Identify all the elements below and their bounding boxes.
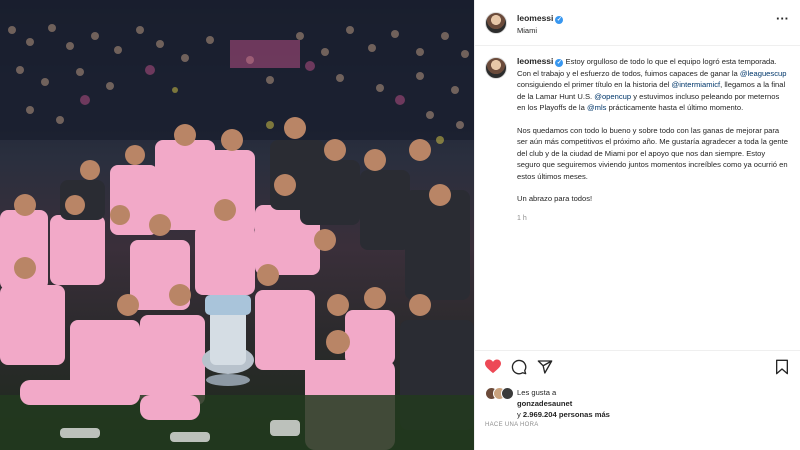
liker-username[interactable]: gonzadesaunet [517,399,572,408]
post-caption: leomessi ✓ Estoy orgulloso de todo lo que… [517,56,789,224]
likes-count[interactable]: 2.969.204 [523,410,557,419]
more-horizontal-icon[interactable]: ··· [776,12,789,25]
post-actions [475,350,800,382]
location-link[interactable]: Miami [517,26,537,35]
bookmark-icon[interactable] [775,359,789,375]
caption-text: consiguiendo el primer título en la hist… [517,80,672,89]
likes-prefix: Les gusta a [517,388,557,397]
caption-username[interactable]: leomessi ✓ [517,56,564,67]
post-timestamp[interactable]: HACE UNA HORA [485,422,539,428]
caption-time: 1 h [517,214,527,222]
post-panel: leomessi ✓ Miami ··· leomessi ✓ Estoy orgu… [474,0,800,450]
caption-text: prácticamente hasta el último momento. [606,103,744,112]
header-username[interactable]: leomessi ✓ [517,13,564,24]
caption-paragraph-1: leomessi ✓ Estoy orgulloso de todo lo que… [517,56,789,114]
comment-icon[interactable] [511,359,527,375]
verified-badge-icon: ✓ [555,16,564,24]
verified-badge-icon: ✓ [555,59,564,67]
mention-opencup[interactable]: @opencup [594,92,631,101]
heart-filled-icon[interactable] [485,359,501,374]
likes-text: Les gusta a gonzadesaunet y 2.969.204 pe… [517,387,610,420]
likes-section: Les gusta a gonzadesaunet y 2.969.204 pe… [485,384,795,424]
likes-suffix[interactable]: personas más [557,410,610,419]
caption-avatar[interactable] [485,57,507,79]
caption-paragraph-3: Un abrazo para todos! [517,194,593,203]
caption-paragraph-2: Nos quedamos con todo lo bueno y sobre t… [517,125,788,181]
profile-avatar[interactable] [485,12,507,34]
liker-avatars [485,387,514,401]
mention-intermiamicf[interactable]: @intermiamicf [672,80,721,89]
post-photo[interactable] [0,0,474,450]
mention-leaguescup[interactable]: @leaguescup [740,69,787,78]
post-header: leomessi ✓ Miami ··· [475,0,800,46]
liker-avatar[interactable] [501,387,514,400]
mention-mls[interactable]: @mls [587,103,607,112]
team-celebration-photo [0,0,474,450]
send-icon[interactable] [537,359,553,375]
